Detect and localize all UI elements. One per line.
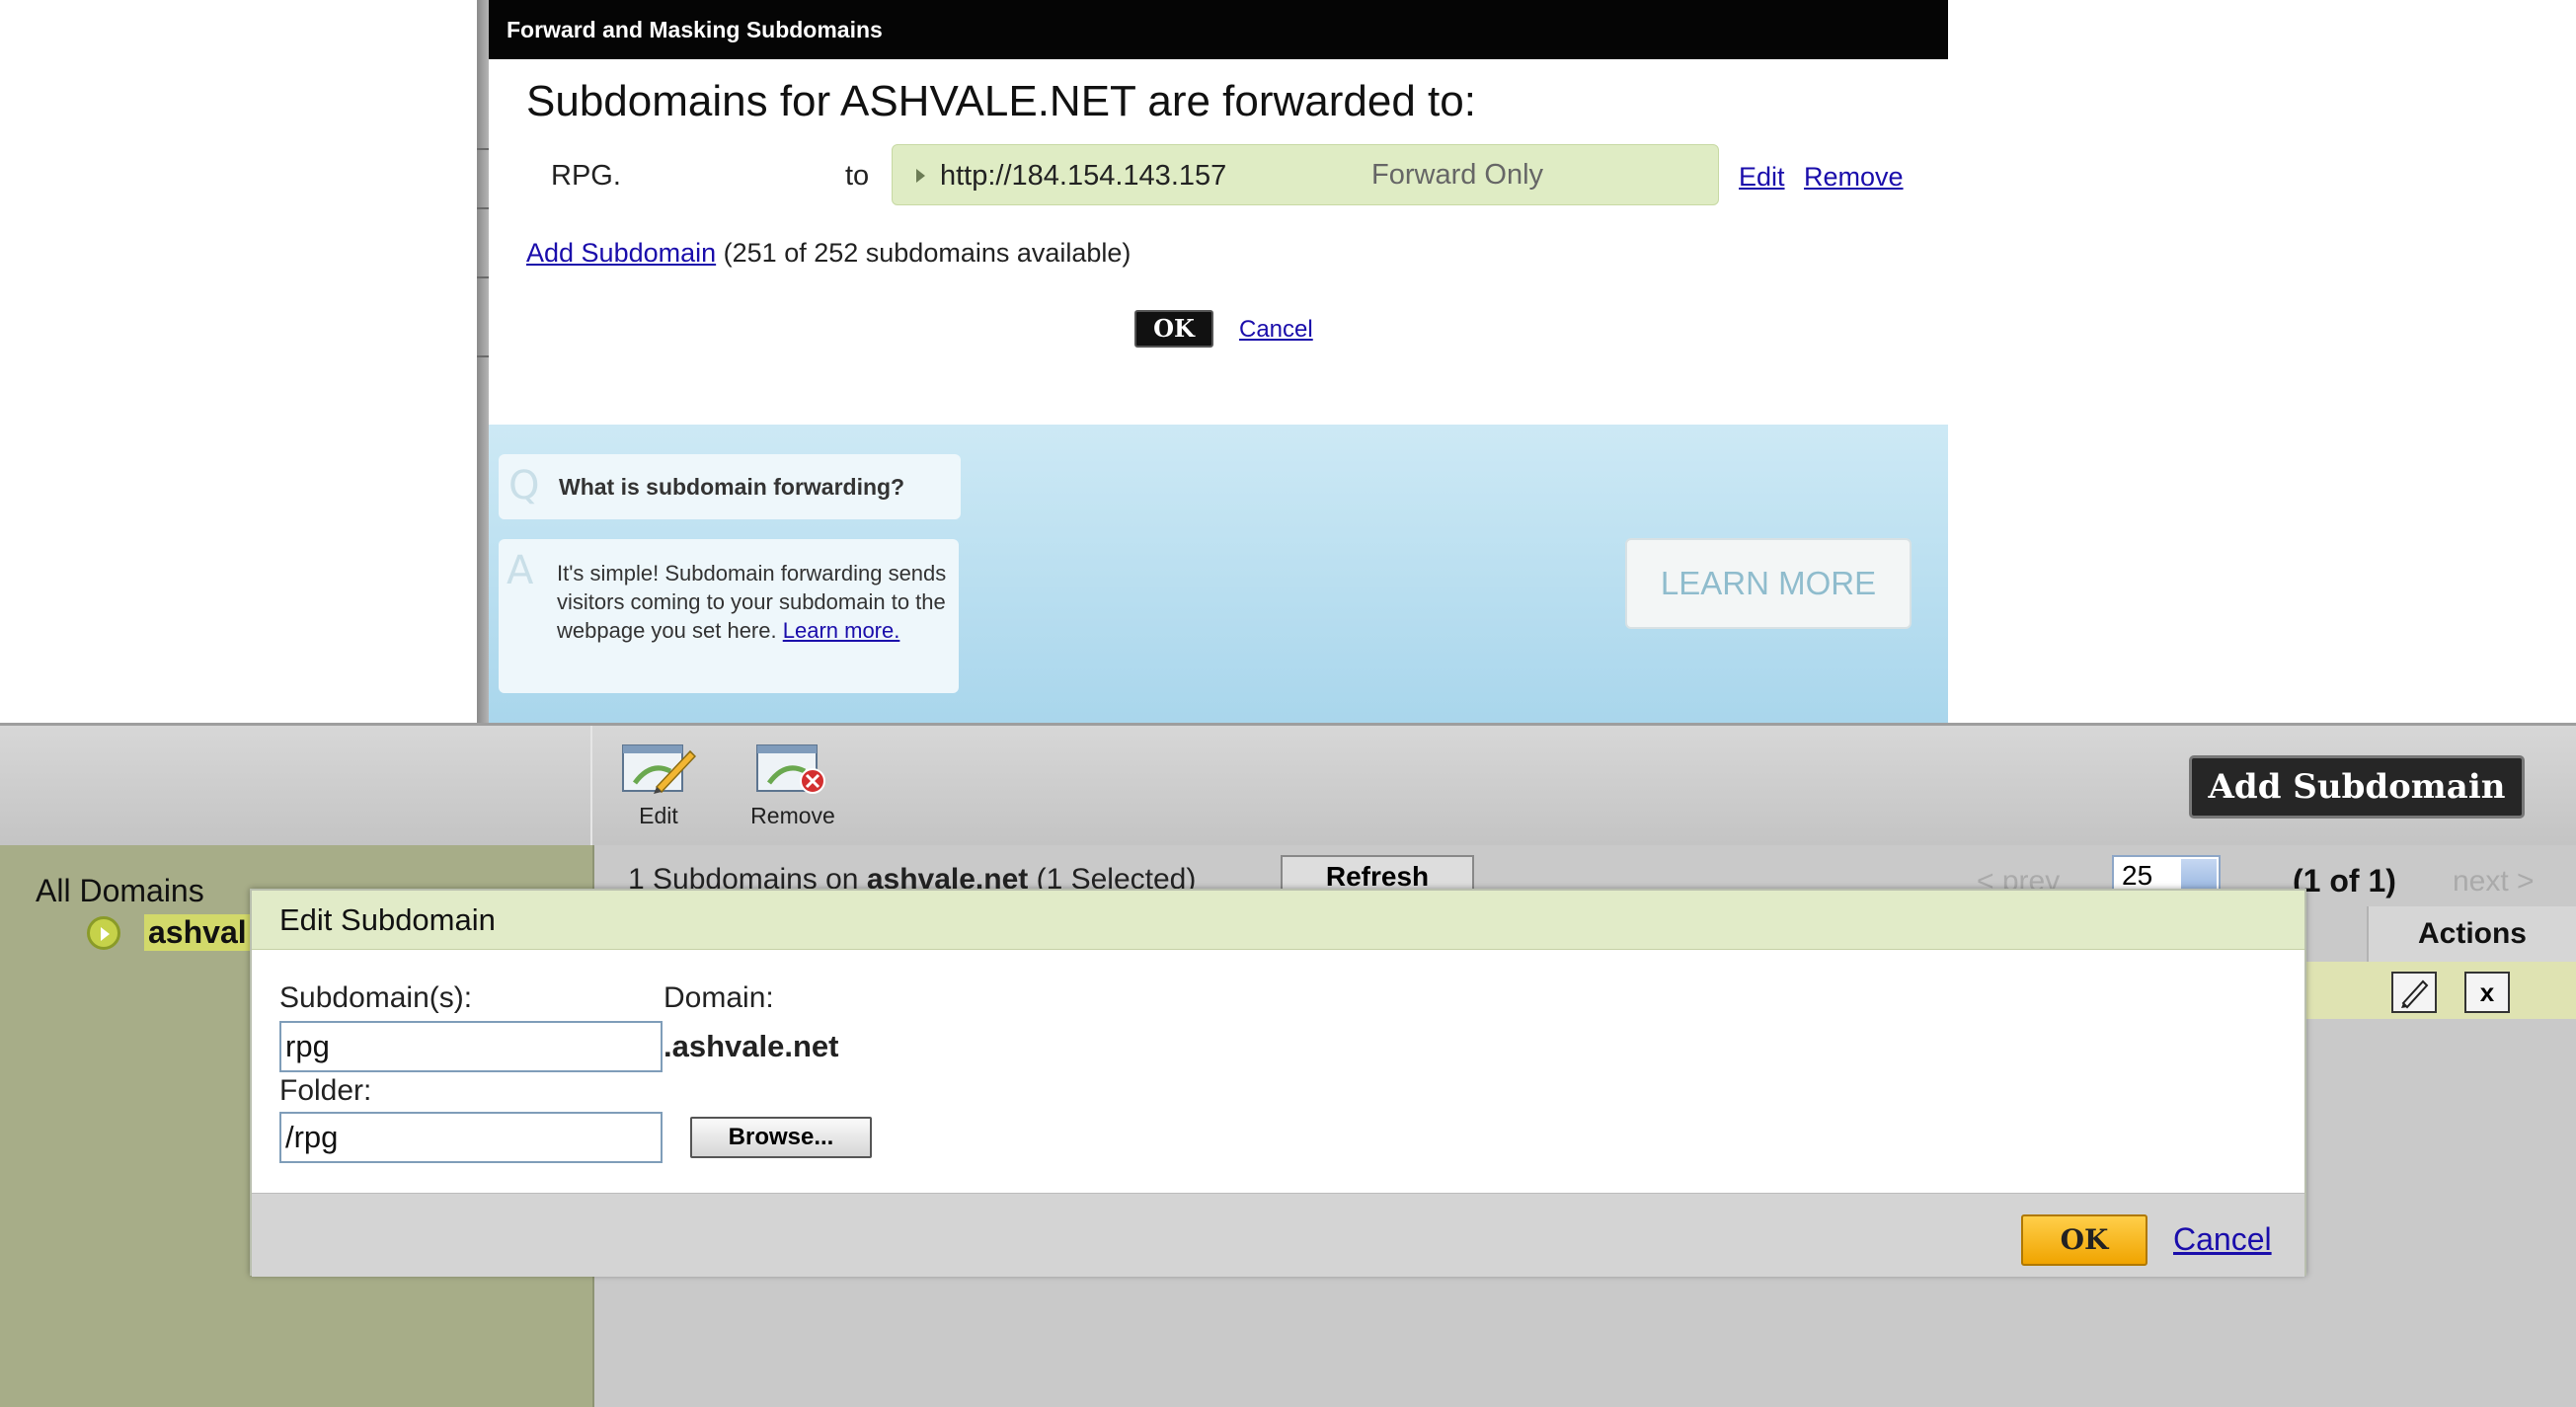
folder-input[interactable] xyxy=(279,1112,663,1163)
domain-label: Domain: xyxy=(664,981,774,1014)
actions-column-header: Actions xyxy=(2367,906,2576,962)
domain-value: .ashvale.net xyxy=(664,1029,839,1063)
subdomain-availability: (251 of 252 subdomains available) xyxy=(723,238,1132,268)
ok-button[interactable]: OK xyxy=(1134,310,1213,348)
page-count: (1 of 1) xyxy=(2293,863,2396,899)
x-icon: x xyxy=(2479,977,2495,1007)
edit-pencil-icon xyxy=(621,743,697,795)
arrow-circle-icon xyxy=(87,916,120,950)
add-subdomain-row: Add Subdomain (251 of 252 subdomains ava… xyxy=(526,238,1131,269)
toolbar-edit-button[interactable]: Edit xyxy=(609,743,708,829)
domain-item[interactable]: ashval xyxy=(144,914,251,951)
q-letter-icon: Q xyxy=(508,463,540,508)
toolbar-remove-button[interactable]: Remove xyxy=(743,743,842,829)
to-label: to xyxy=(845,160,870,192)
forward-target-row[interactable]: http://184.154.143.157 Forward Only xyxy=(892,144,1719,205)
edit-subdomain-dialog: Edit Subdomain Subdomain(s): Domain: .as… xyxy=(250,889,2306,1277)
dialog-left-border xyxy=(477,0,489,723)
row-delete-button[interactable]: x xyxy=(2464,972,2510,1013)
dialog-title: Forward and Masking Subdomains xyxy=(489,0,1948,59)
subdomain-input[interactable] xyxy=(279,1021,663,1072)
edit-subdomain-title: Edit Subdomain xyxy=(252,891,2304,950)
next-page-link[interactable]: next > xyxy=(2453,865,2535,899)
edit-ok-button[interactable]: OK xyxy=(2021,1214,2147,1266)
faq-question: What is subdomain forwarding? xyxy=(559,474,905,500)
remove-icon xyxy=(755,743,830,795)
add-subdomain-link[interactable]: Add Subdomain xyxy=(526,238,716,268)
learn-more-link[interactable]: Learn more. xyxy=(783,618,900,643)
add-subdomain-button[interactable]: Add Subdomain xyxy=(2189,755,2525,819)
row-edit-button[interactable] xyxy=(2391,972,2437,1013)
edit-forward-link[interactable]: Edit xyxy=(1739,162,1785,193)
browse-button[interactable]: Browse... xyxy=(690,1117,872,1158)
folder-label: Folder: xyxy=(279,1074,372,1107)
edit-cancel-link[interactable]: Cancel xyxy=(2173,1221,2272,1258)
remove-forward-link[interactable]: Remove xyxy=(1804,162,1904,193)
forward-url: http://184.154.143.157 xyxy=(940,160,1227,192)
pencil-icon xyxy=(2401,979,2429,1009)
faq-answer: It's simple! Subdomain forwarding sends … xyxy=(557,559,952,645)
edit-dialog-footer: OK Cancel xyxy=(252,1193,2304,1277)
forward-type: Forward Only xyxy=(1371,159,1544,191)
all-domains-label[interactable]: All Domains xyxy=(36,873,204,909)
forwarded-subdomain: RPG. xyxy=(551,160,621,192)
chevron-down-icon[interactable] xyxy=(2181,859,2217,893)
page-size-value: 25 xyxy=(2122,860,2153,891)
toolbar-edit-label: Edit xyxy=(639,803,678,828)
toolbar-remove-label: Remove xyxy=(750,803,835,828)
toolbar: Edit Remove Add Subdomain xyxy=(0,723,2576,848)
expand-triangle-icon[interactable] xyxy=(916,169,925,183)
subdomain-label: Subdomain(s): xyxy=(279,981,473,1014)
cancel-link[interactable]: Cancel xyxy=(1239,316,1313,344)
learn-more-button[interactable]: LEARN MORE xyxy=(1625,538,1912,629)
a-letter-icon: A xyxy=(507,548,534,593)
forward-heading: Subdomains for ASHVALE.NET are forwarded… xyxy=(526,77,1476,125)
